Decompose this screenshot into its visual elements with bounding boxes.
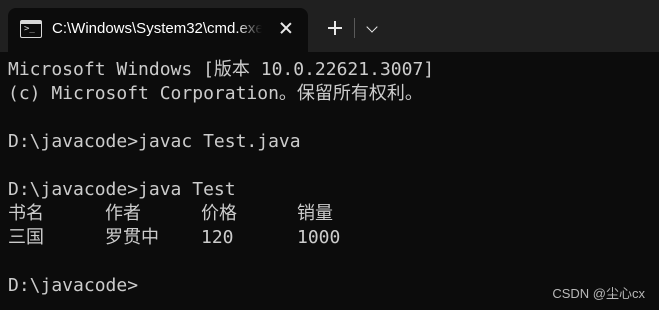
title-bar: >_ C:\Windows\System32\cmd.exe — [0, 0, 659, 52]
banner-line-2: (c) Microsoft Corporation。保留所有权利。 — [8, 83, 423, 104]
command-prompt[interactable]: D:\javacode> — [8, 274, 138, 298]
close-icon[interactable] — [276, 18, 296, 38]
table-header-title: 书名 — [8, 203, 44, 224]
terminal-icon-glyph: >_ — [24, 24, 35, 34]
table-cell-price: 120 — [201, 227, 234, 248]
command-line-javac: D:\javacode>javac Test.java — [8, 131, 301, 152]
table-cell-sales: 1000 — [297, 227, 341, 248]
watermark: CSDN @尘心cx — [552, 286, 645, 301]
console-output[interactable]: Microsoft Windows [版本 10.0.22621.3007] (… — [0, 52, 659, 310]
table-header-price: 价格 — [201, 203, 237, 224]
tab-title: C:\Windows\System32\cmd.exe — [52, 20, 262, 37]
tab-divider — [354, 18, 355, 38]
terminal-icon: >_ — [20, 20, 42, 38]
banner-line-1: Microsoft Windows [版本 10.0.22621.3007] — [8, 59, 435, 80]
table-cell-title: 三国 — [8, 227, 44, 248]
chevron-down-icon[interactable] — [362, 16, 384, 40]
table-header-sales: 销量 — [297, 203, 333, 224]
plus-icon[interactable] — [323, 16, 347, 40]
table-row: 三国 罗贯中 120 1000 — [8, 226, 408, 250]
table-header-author: 作者 — [105, 203, 141, 224]
command-line-java: D:\javacode>java Test — [8, 179, 236, 200]
tab-cmd[interactable]: >_ C:\Windows\System32\cmd.exe — [8, 8, 308, 52]
table-cell-author: 罗贯中 — [105, 227, 159, 248]
table-header-row: 书名 作者 价格 销量 — [8, 202, 408, 226]
